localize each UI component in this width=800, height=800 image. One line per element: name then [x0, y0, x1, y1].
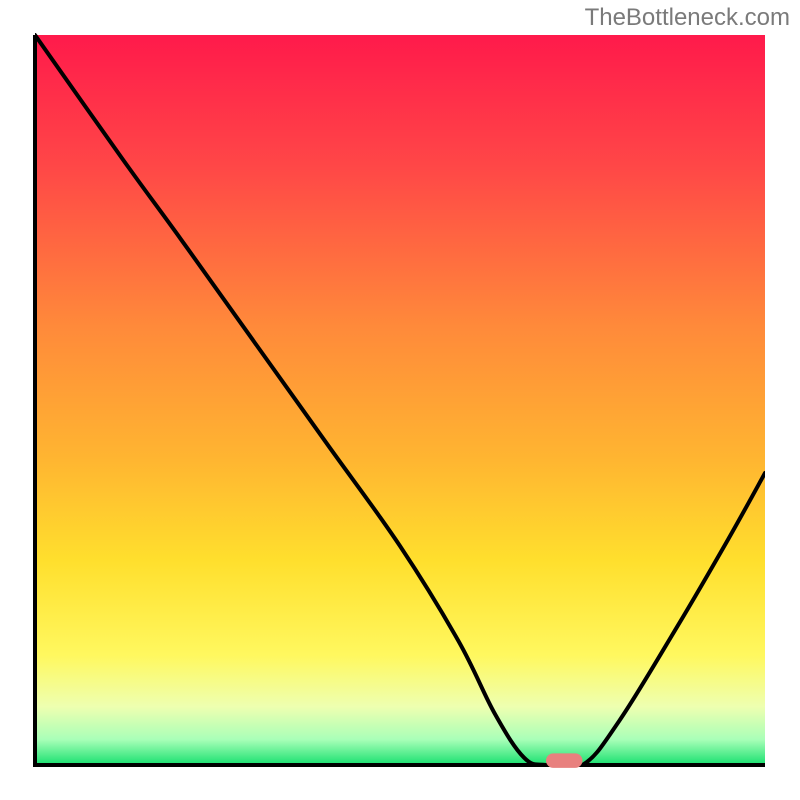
- plot-background: [35, 35, 765, 765]
- bottleneck-chart: [0, 0, 800, 800]
- optimal-marker: [546, 753, 583, 768]
- watermark-text: TheBottleneck.com: [585, 4, 790, 32]
- chart-container: TheBottleneck.com: [0, 0, 800, 800]
